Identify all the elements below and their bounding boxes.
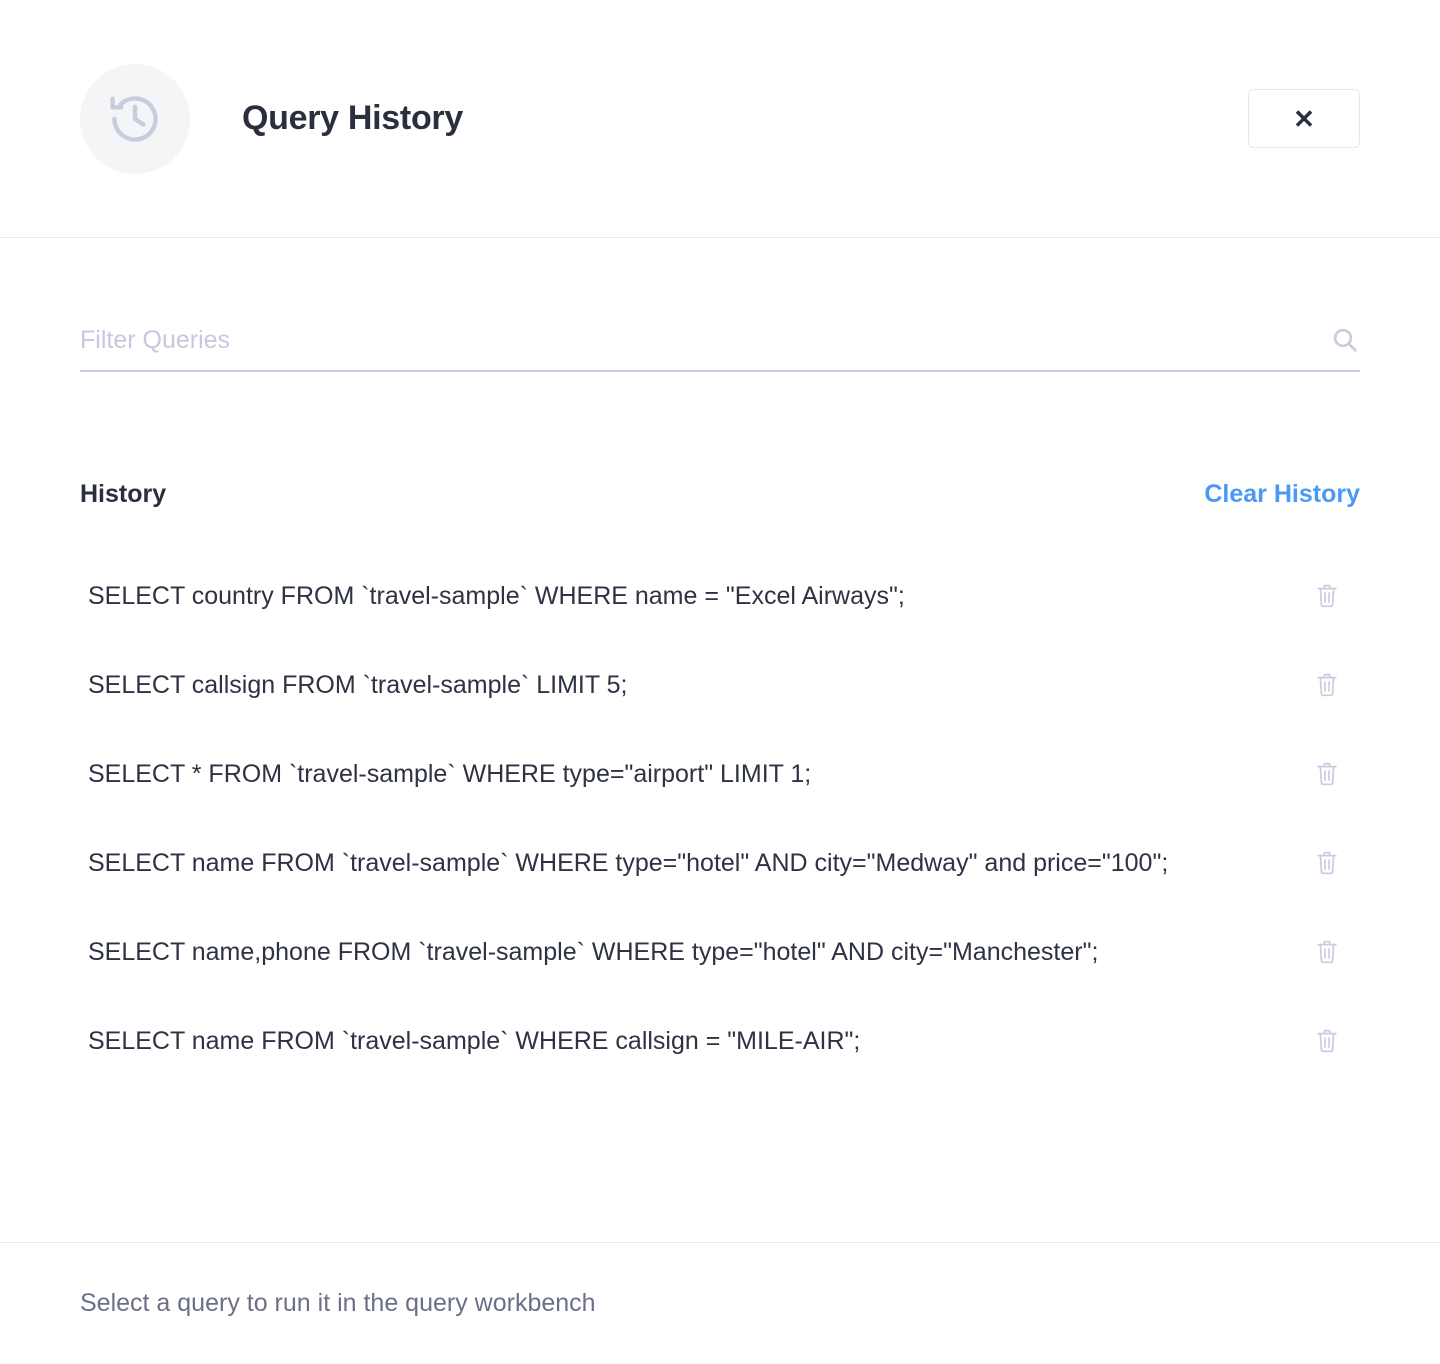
list-item[interactable]: SELECT country FROM `travel-sample` WHER… xyxy=(80,551,1360,640)
close-button[interactable]: ✕ xyxy=(1248,89,1360,148)
list-item[interactable]: SELECT name FROM `travel-sample` WHERE c… xyxy=(80,996,1360,1085)
history-list: SELECT country FROM `travel-sample` WHER… xyxy=(80,551,1360,1085)
query-text: SELECT country FROM `travel-sample` WHER… xyxy=(88,581,905,610)
close-icon: ✕ xyxy=(1293,103,1315,134)
list-item[interactable]: SELECT name,phone FROM `travel-sample` W… xyxy=(80,907,1360,996)
dialog-body: History Clear History SELECT country FRO… xyxy=(0,238,1440,1242)
page-title: Query History xyxy=(242,99,463,137)
trash-icon[interactable] xyxy=(1314,581,1340,611)
search-input[interactable] xyxy=(80,310,1314,370)
history-label: History xyxy=(80,480,167,508)
query-text: SELECT * FROM `travel-sample` WHERE type… xyxy=(88,759,812,788)
query-text: SELECT name,phone FROM `travel-sample` W… xyxy=(88,937,1099,966)
query-history-dialog: Query History ✕ History Clear History SE… xyxy=(0,0,1440,1364)
history-clock-icon xyxy=(80,63,190,174)
footer-hint: Select a query to run it in the query wo… xyxy=(80,1289,596,1317)
trash-icon[interactable] xyxy=(1314,759,1340,789)
trash-icon[interactable] xyxy=(1314,848,1340,878)
search-icon[interactable] xyxy=(1330,325,1360,355)
query-text: SELECT name FROM `travel-sample` WHERE c… xyxy=(88,1026,861,1055)
clear-history-button[interactable]: Clear History xyxy=(1204,480,1360,509)
list-item[interactable]: SELECT * FROM `travel-sample` WHERE type… xyxy=(80,729,1360,818)
trash-icon[interactable] xyxy=(1314,1026,1340,1056)
dialog-header: Query History ✕ xyxy=(0,0,1440,238)
trash-icon[interactable] xyxy=(1314,670,1340,700)
list-item[interactable]: SELECT callsign FROM `travel-sample` LIM… xyxy=(80,640,1360,729)
query-text: SELECT name FROM `travel-sample` WHERE t… xyxy=(88,848,1169,877)
dialog-footer: Select a query to run it in the query wo… xyxy=(0,1242,1440,1364)
list-item[interactable]: SELECT name FROM `travel-sample` WHERE t… xyxy=(80,818,1360,907)
filter-queries-row xyxy=(80,310,1360,372)
history-header-row: History Clear History xyxy=(80,480,1360,509)
trash-icon[interactable] xyxy=(1314,937,1340,967)
query-text: SELECT callsign FROM `travel-sample` LIM… xyxy=(88,670,628,699)
